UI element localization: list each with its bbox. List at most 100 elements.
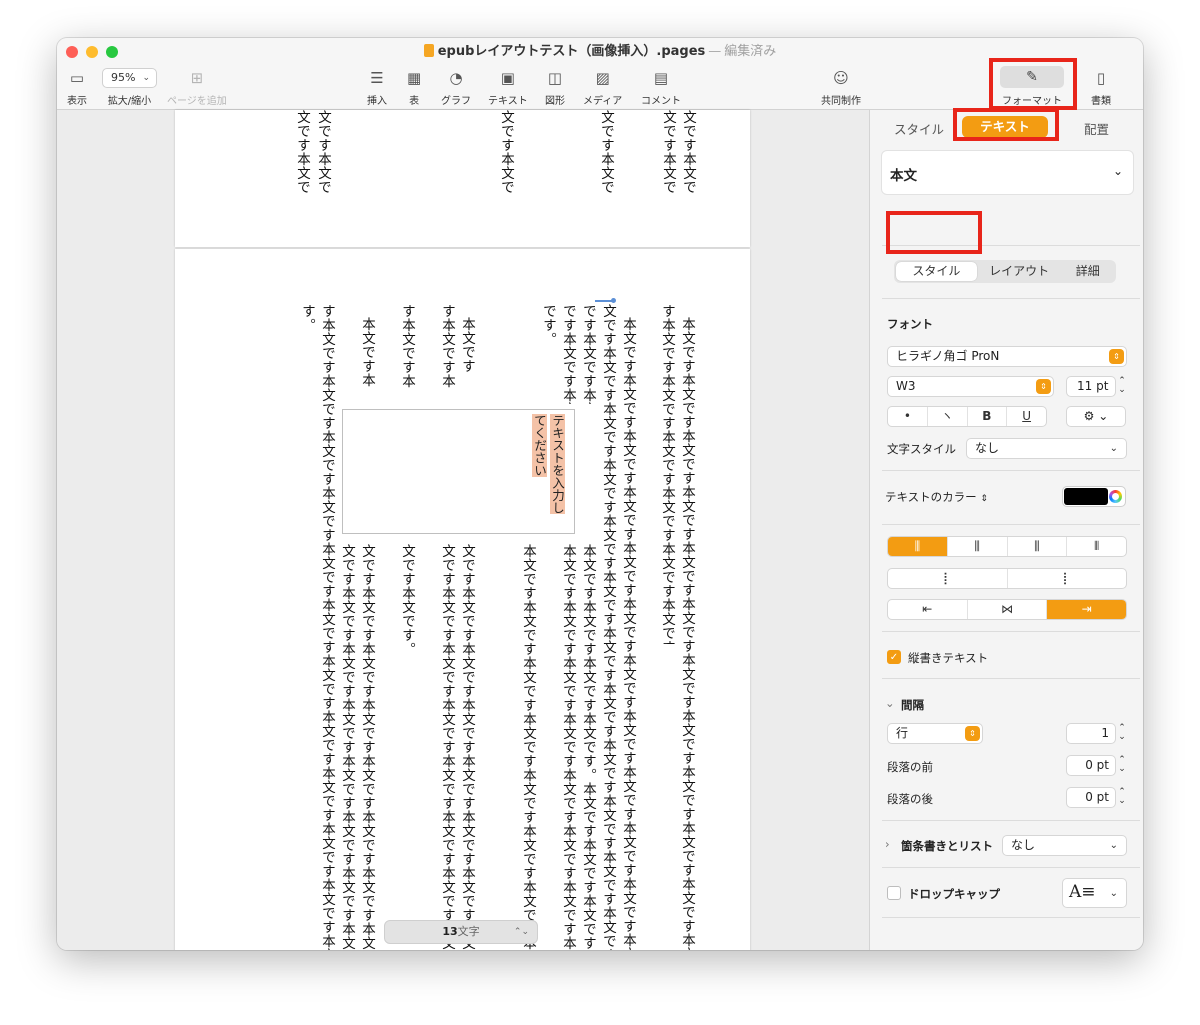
vertical-text-checkbox[interactable]: ✓ xyxy=(887,650,901,664)
underline-button[interactable]: U xyxy=(1007,407,1046,426)
inserted-text-box[interactable]: テキストを入力してください xyxy=(342,409,575,534)
zoom-select[interactable]: 95% ⌄ xyxy=(102,68,157,88)
collaborate-person-icon: ☺ xyxy=(833,69,849,87)
tab-text[interactable]: テキスト xyxy=(962,116,1048,138)
dropcap-label: ドロップキャップ xyxy=(908,887,1000,901)
text-position-segment: ⡇ ⡇ xyxy=(887,568,1127,589)
color-wheel-icon[interactable] xyxy=(1109,490,1122,503)
document-name[interactable]: epubレイアウトテスト（画像挿入）.pages xyxy=(438,44,706,59)
bold-button[interactable]: B xyxy=(968,407,1008,426)
bullet-mark-button[interactable]: • xyxy=(888,407,928,426)
emphasis-mark-button[interactable]: ヽ xyxy=(928,407,968,426)
shape-button[interactable]: ◫ 図形 xyxy=(545,68,565,107)
sidebar-icon: ▭ xyxy=(69,69,85,87)
line-spacing-field[interactable]: 1 xyxy=(1066,723,1116,744)
font-weight-select[interactable]: W3 ⇕ xyxy=(887,376,1054,397)
font-size-stepper[interactable]: ⌃ ⌄ xyxy=(1117,377,1127,395)
body-text-column: 本文です本文です本文です本文です本文です本文です本文です本文です本文です本文です… xyxy=(618,317,638,950)
zoom-control[interactable]: 95% ⌄ 拡大/縮小 xyxy=(102,68,157,107)
align-bottom-icon[interactable]: ⫼ xyxy=(1008,537,1068,556)
insert-button[interactable]: ☰ 挿入 xyxy=(367,68,387,107)
divider xyxy=(882,470,1140,471)
document-button[interactable]: ▯ 書類 xyxy=(1091,68,1111,107)
collaborate-button[interactable]: ☺ 共同制作 xyxy=(821,68,861,107)
tab-style[interactable]: スタイル xyxy=(894,119,944,138)
page1-column: 文です本文で xyxy=(498,110,514,194)
font-family-select[interactable]: ヒラギノ角ゴ ProN ⇕ xyxy=(887,346,1127,367)
space-after-stepper[interactable]: ⌃ ⌄ xyxy=(1117,788,1127,806)
document-canvas[interactable]: 文です本文で 文です本文で 文です本文で 文です本文で 文です本文で 文です本文… xyxy=(57,110,869,950)
indent-left-icon[interactable]: ⇤ xyxy=(888,600,968,619)
media-button[interactable]: ▨ メディア xyxy=(583,68,622,107)
dropcap-style-select[interactable]: A≡ ⌄ xyxy=(1062,878,1127,908)
edit-status: 編集済み xyxy=(724,44,777,59)
space-before-stepper[interactable]: ⌃ ⌄ xyxy=(1117,756,1127,774)
subtab-style[interactable]: スタイル xyxy=(896,262,977,281)
text-button[interactable]: ▣ テキスト xyxy=(488,68,528,107)
line-spacing-stepper[interactable]: ⌃ ⌄ xyxy=(1117,724,1127,742)
font-size-field[interactable]: 11 pt xyxy=(1066,376,1116,397)
photo-icon: ▨ xyxy=(595,69,610,87)
body-text-column: 本文です本文です本文です本文です本文です本文です本文です本文です本文です本文です… xyxy=(677,317,697,950)
page1-column: 文です本文で xyxy=(598,110,614,194)
up-down-chevron-icon: ⌃⌄ xyxy=(513,927,529,937)
justify-icon[interactable]: ⦀ xyxy=(1067,537,1126,556)
page-2[interactable]: 本文です本文です本文です本文です本文です本文です本文です本文です本文です本文です… xyxy=(175,249,750,950)
position-start-icon[interactable]: ⡇ xyxy=(888,569,1008,588)
space-before-label: 段落の前 xyxy=(887,760,933,774)
body-text-column: 文です本文です本文です本文です本文です本文です本文です本文です本文です本文です本… xyxy=(457,544,477,950)
advanced-options-button[interactable]: ⚙ ⌄ xyxy=(1066,406,1126,427)
table-icon: ▦ xyxy=(407,69,422,87)
chevron-down-icon[interactable]: ⌄ xyxy=(885,696,895,710)
body-text-column: す本文です本文です本文です本文です本文です本文です本文です本文です本文です本文で… xyxy=(317,304,337,950)
word-count-indicator[interactable]: 13文字 ⌃⌄ xyxy=(384,920,538,944)
tab-arrange[interactable]: 配置 xyxy=(1084,119,1109,138)
text-box-placeholder[interactable]: テキストを入力してください xyxy=(530,414,566,524)
format-button[interactable]: ✎ フォーマット xyxy=(1000,66,1064,107)
divider xyxy=(882,298,1140,299)
page1-column: 文です本文で xyxy=(680,110,696,194)
text-subtabs: スタイル レイアウト 詳細 xyxy=(894,260,1116,283)
bullets-section-title: 箇条書きとリスト xyxy=(901,839,993,853)
body-text-column: す。 xyxy=(299,304,315,332)
page1-column: 文です本文で xyxy=(315,110,331,194)
paragraph-style-select[interactable]: 本文 ⌄ xyxy=(881,150,1134,195)
chevron-down-icon: ⌄ xyxy=(1112,164,1123,178)
chart-button[interactable]: ◔ グラフ xyxy=(441,68,471,107)
char-style-select[interactable]: なし ⌄ xyxy=(966,438,1127,459)
comment-button[interactable]: ▤ コメント xyxy=(641,68,681,107)
page-1[interactable]: 文です本文で 文です本文で 文です本文で 文です本文で 文です本文で 文です本文… xyxy=(175,110,750,247)
subtab-layout[interactable]: レイアウト xyxy=(979,260,1060,283)
body-text-column: です本文です本文です xyxy=(560,304,576,404)
chevron-right-icon[interactable]: › xyxy=(885,837,890,851)
indent-right-icon[interactable]: ⇥ xyxy=(1047,600,1126,619)
divider xyxy=(882,245,1140,246)
text-color-well[interactable] xyxy=(1062,486,1126,507)
body-text-column: 本文です本文です本文です本文です。本文です本文です本文です本文です本文です本文で… xyxy=(578,544,598,950)
up-down-chevron-icon: ⇕ xyxy=(980,494,988,504)
body-text-column: 文です本文です本文です本文です本文です本文です本文です本文です本文です本文です本… xyxy=(337,544,357,950)
space-before-field[interactable]: 0 pt xyxy=(1066,755,1116,776)
pie-chart-icon: ◔ xyxy=(449,69,463,87)
subtab-details[interactable]: 詳細 xyxy=(1059,260,1116,283)
body-text-column: です。 xyxy=(540,304,556,346)
plus-square-icon: ⊞ xyxy=(190,69,204,87)
align-center-icon[interactable]: ⫼ xyxy=(948,537,1008,556)
add-page-button[interactable]: ⊞ ページを追加 xyxy=(167,68,227,107)
body-text-column: 本文です本文です本文です本文です本文です本文です本文です本文です本文です本文です… xyxy=(518,544,538,950)
dropcap-checkbox[interactable] xyxy=(887,886,901,900)
position-end-icon[interactable]: ⡇ xyxy=(1008,569,1127,588)
view-button[interactable]: ▭ 表示 xyxy=(67,68,87,107)
format-inspector: スタイル テキスト 配置 本文 ⌄ スタイル レイアウト 詳細 フォント ヒラギ… xyxy=(869,110,1143,950)
bullets-select[interactable]: なし ⌄ xyxy=(1002,835,1127,856)
line-spacing-type-select[interactable]: 行 ⇕ xyxy=(887,723,983,744)
vertical-text-label: 縦書きテキスト xyxy=(908,651,989,665)
indent-center-icon[interactable]: ⋈ xyxy=(968,600,1048,619)
paintbrush-icon: ✎ xyxy=(1000,66,1064,88)
table-button[interactable]: ▦ 表 xyxy=(407,68,421,107)
align-top-icon[interactable]: ⫼ xyxy=(888,537,948,556)
space-after-field[interactable]: 0 pt xyxy=(1066,787,1116,808)
title-separator: — xyxy=(708,44,722,59)
body-text-column: 文です本文です。 xyxy=(399,544,415,656)
alignment-segment: ⫼ ⫼ ⫼ ⦀ xyxy=(887,536,1127,557)
